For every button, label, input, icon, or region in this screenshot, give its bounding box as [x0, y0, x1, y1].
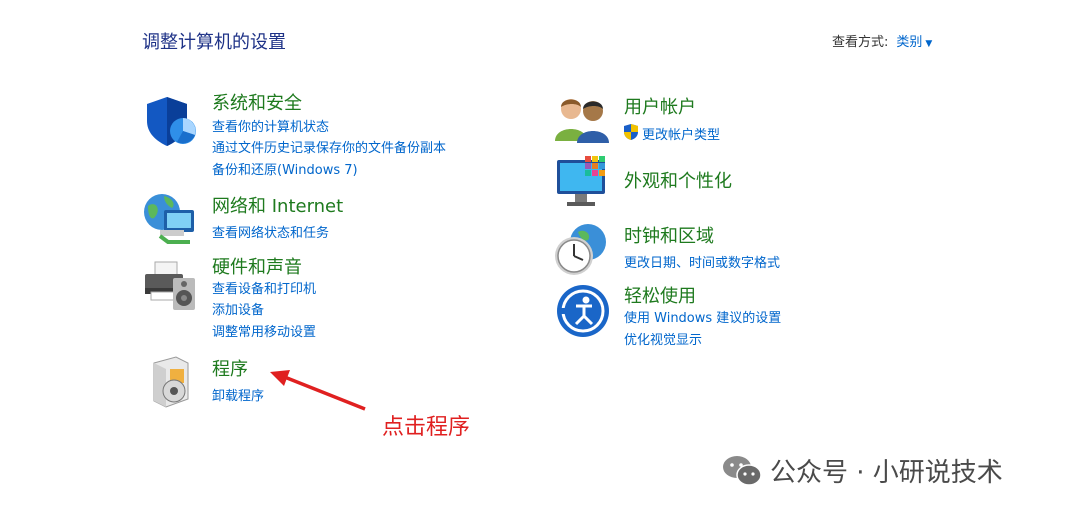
shield-icon: [147, 97, 196, 146]
link-mobility-settings[interactable]: 调整常用移动设置: [212, 321, 316, 340]
monitor-palette-icon: [557, 156, 605, 206]
ease-of-access-icon: [557, 285, 609, 337]
category-user-accounts[interactable]: 用户帐户: [624, 93, 696, 119]
category-network-internet[interactable]: 网络和 Internet: [212, 192, 343, 218]
view-by: 查看方式: 类别 ▼: [832, 31, 932, 50]
link-view-computer-status[interactable]: 查看你的计算机状态: [212, 116, 329, 135]
watermark-text: 公众号 · 小研说技术: [770, 458, 1003, 488]
category-ease-of-access[interactable]: 轻松使用: [624, 282, 696, 308]
link-network-status[interactable]: 查看网络状态和任务: [212, 222, 329, 241]
annotation-arrow: [270, 370, 366, 411]
link-recommended-settings[interactable]: 使用 Windows 建议的设置: [624, 307, 781, 326]
uac-shield-icon: [624, 124, 638, 140]
link-backup-restore[interactable]: 备份和还原(Windows 7): [212, 159, 358, 178]
wechat-icon: [723, 455, 762, 486]
view-by-label: 查看方式:: [832, 35, 889, 50]
page-title: 调整计算机的设置: [142, 32, 286, 53]
network-globe-icon: [144, 194, 194, 244]
category-clock-region[interactable]: 时钟和区域: [624, 222, 714, 248]
annotation-text: 点击程序: [382, 415, 471, 440]
category-hardware-sound[interactable]: 硬件和声音: [212, 253, 302, 279]
link-change-account-type[interactable]: 更改帐户类型: [642, 124, 720, 143]
link-file-history-backup[interactable]: 通过文件历史记录保存你的文件备份副本: [212, 137, 446, 156]
link-devices-printers[interactable]: 查看设备和打印机: [212, 278, 316, 297]
printer-speaker-icon: [145, 261, 195, 310]
category-appearance-personalization[interactable]: 外观和个性化: [624, 167, 732, 193]
watermark: 公众号 · 小研说技术: [722, 452, 1003, 489]
link-change-date-time-format[interactable]: 更改日期、时间或数字格式: [624, 252, 780, 271]
category-system-security[interactable]: 系统和安全: [212, 89, 302, 115]
link-optimize-visual-display[interactable]: 优化视觉显示: [624, 329, 702, 348]
programs-box-icon: [153, 356, 189, 408]
link-uninstall-program[interactable]: 卸载程序: [212, 385, 264, 404]
caret-down-icon[interactable]: ▼: [925, 39, 932, 49]
category-programs[interactable]: 程序: [212, 355, 248, 381]
view-by-dropdown[interactable]: 类别: [896, 35, 922, 50]
link-add-device[interactable]: 添加设备: [212, 299, 264, 318]
users-icon: [555, 99, 609, 143]
clock-globe-icon: [555, 224, 606, 275]
